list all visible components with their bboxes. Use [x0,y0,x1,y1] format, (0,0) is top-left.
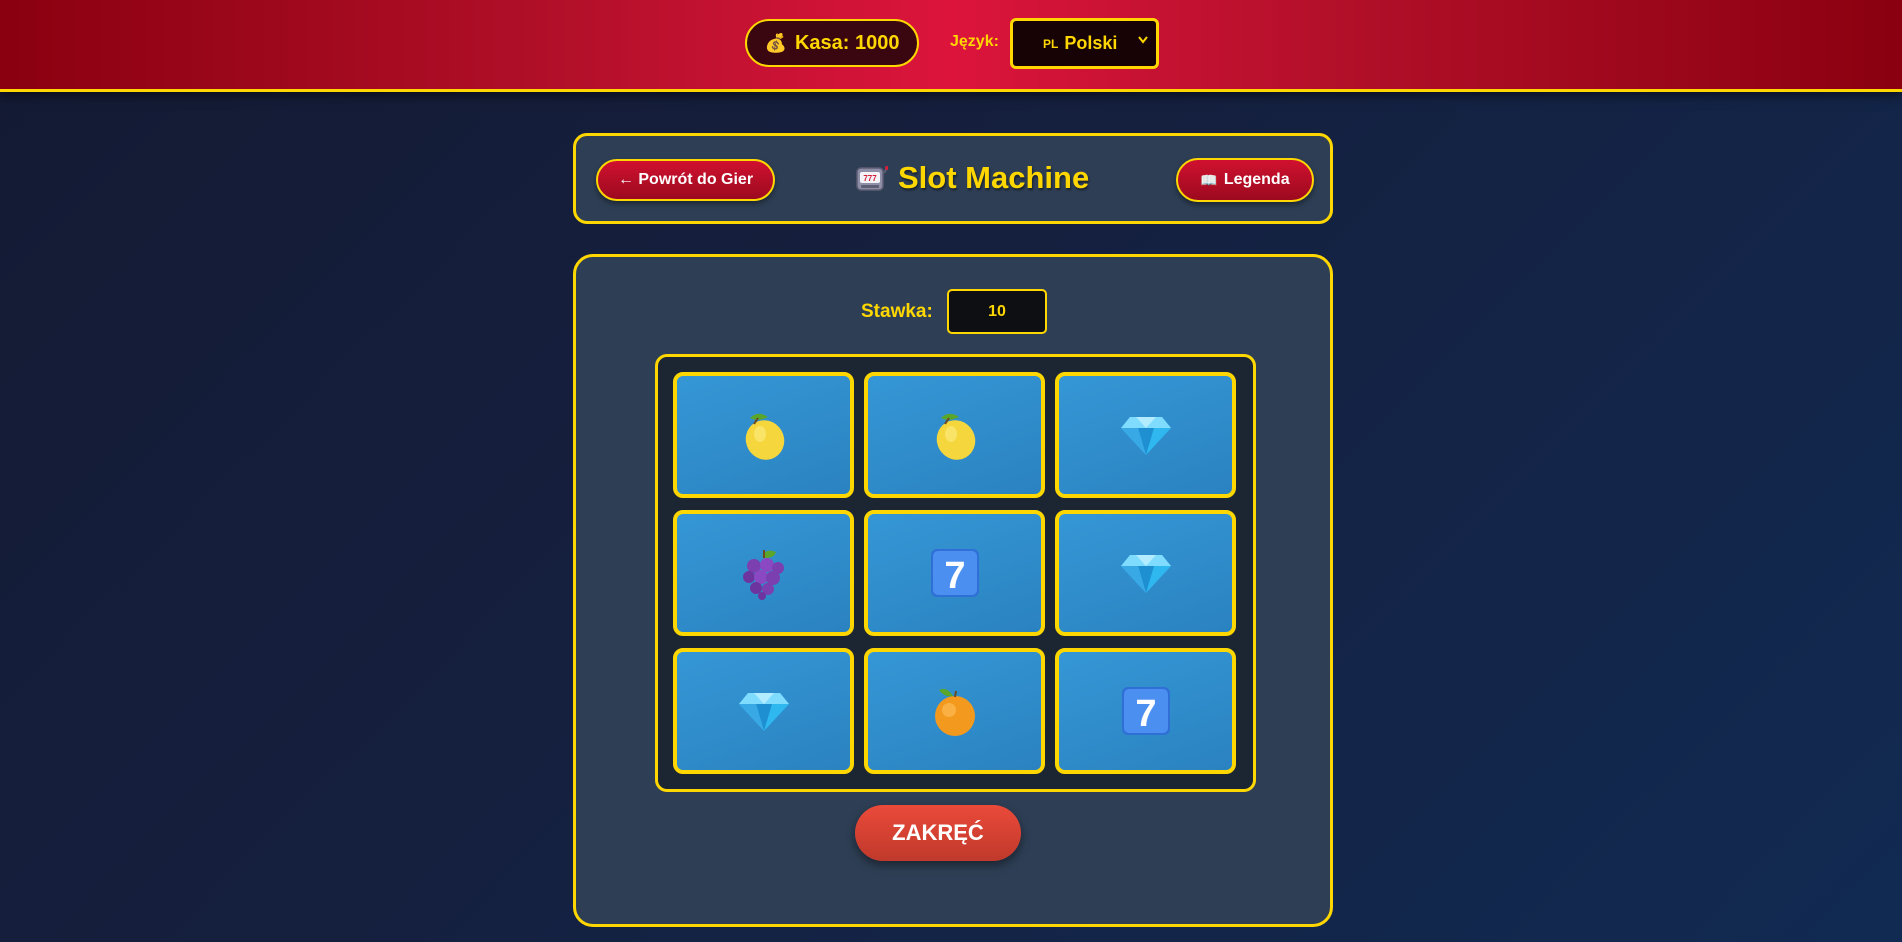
seven-icon: 7 [929,547,981,599]
diamond-icon [1120,551,1172,595]
diamond-icon [1120,413,1172,457]
reel-cell-lemon [864,372,1045,498]
language-select[interactable]: PL Polski [1010,18,1159,69]
lemon-icon [738,408,790,462]
back-to-games-button[interactable]: ← Powrót do Gier [596,159,775,201]
spin-button[interactable]: ZAKRĘĆ [855,805,1021,861]
cash-label: Kasa: 1000 [794,31,900,54]
back-label: ← Powrót do Gier [617,171,754,188]
page-title-group: 777 Slot Machine [856,160,1089,196]
reel-cell-lemon [673,372,854,498]
legend-button[interactable]: 📖 Legenda [1176,158,1314,202]
diamond-icon [738,689,790,733]
reel-cell-grapes [673,510,854,636]
reel-grid: 7 7 [655,354,1256,792]
reel-cell-diamond [1055,372,1236,498]
seven-icon: 7 [1120,685,1172,737]
svg-text:7: 7 [1135,693,1156,735]
reel-cell-seven: 7 [1055,648,1236,774]
chevron-down-icon [1138,36,1148,44]
book-icon: 📖 [1200,171,1218,188]
cash-display: 💰 Kasa: 1000 [745,19,919,67]
reel-cell-diamond [1055,510,1236,636]
svg-text:7: 7 [944,555,965,597]
game-panel: Stawka: 10 7 7 ZAKRĘĆ [573,254,1333,927]
language-label: Język: [950,33,999,50]
grapes-icon [740,546,788,600]
lemon-icon [929,408,981,462]
reel-cell-diamond [673,648,854,774]
slot-machine-icon: 777 [856,165,888,191]
bet-input[interactable] [947,289,1047,334]
bet-label: Stawka: [861,301,933,322]
page-title: Slot Machine [898,160,1090,195]
top-bar: 💰 Kasa: 1000 Język: PL Polski [0,0,1902,92]
legend-label: Legenda [1223,171,1290,188]
reel-cell-seven: 7 [864,510,1045,636]
money-bag-icon: 💰 [764,32,787,53]
orange-icon [931,684,979,738]
language-selected-value: Polski [1064,33,1118,53]
reel-cell-orange [864,648,1045,774]
svg-text:777: 777 [863,174,877,183]
header-panel: ← Powrót do Gier 777 Slot Machine 📖 Lege… [573,133,1333,224]
flag-pl-icon: PL [1043,36,1059,51]
